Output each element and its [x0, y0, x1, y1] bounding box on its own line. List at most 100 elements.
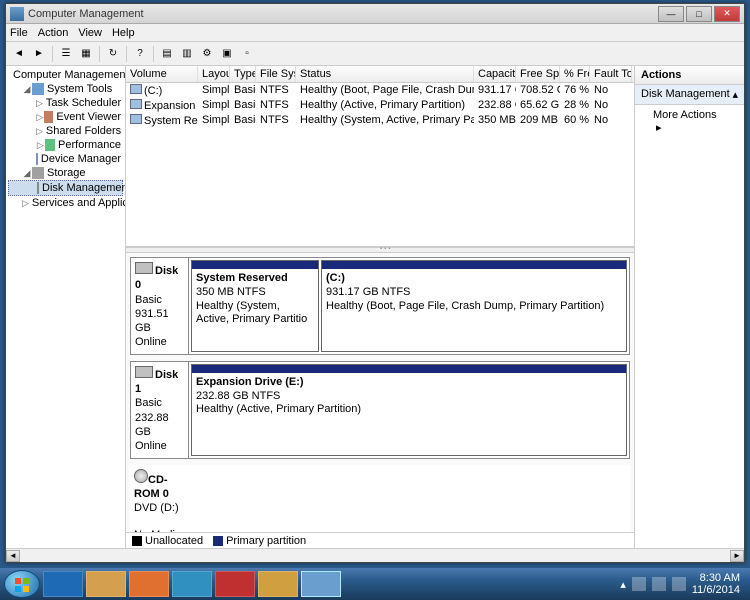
collapse-icon[interactable]: ▴ — [732, 88, 738, 101]
device-icon — [36, 153, 38, 165]
disk-0-row[interactable]: Disk 0 Basic931.51 GBOnline System Reser… — [130, 257, 630, 355]
refresh-button[interactable]: ↻ — [104, 45, 122, 63]
taskbar-ie[interactable] — [43, 571, 83, 597]
taskbar-app2[interactable] — [215, 571, 255, 597]
tray-network-icon[interactable] — [652, 577, 666, 591]
tree-services[interactable]: ▷Services and Applications — [8, 196, 123, 210]
more-actions[interactable]: More Actions ▸ — [635, 105, 744, 138]
volume-row[interactable]: Expansion Drive (E:)SimpleBasicNTFSHealt… — [126, 98, 634, 113]
disk-icon — [135, 262, 153, 274]
taskbar-explorer[interactable] — [86, 571, 126, 597]
forward-button[interactable]: ► — [30, 45, 48, 63]
back-button[interactable]: ◄ — [10, 45, 28, 63]
unallocated-swatch — [132, 536, 142, 546]
app-icon — [10, 7, 24, 21]
tree-shared-folders[interactable]: ▷Shared Folders — [8, 124, 123, 138]
properties-button[interactable]: ▦ — [77, 45, 95, 63]
tray-expand-icon[interactable]: ▴ — [620, 578, 626, 591]
disk-1-row[interactable]: Disk 1 Basic232.88 GBOnline Expansion Dr… — [130, 361, 630, 459]
taskbar-app3[interactable] — [258, 571, 298, 597]
disk-1-info: Disk 1 Basic232.88 GBOnline — [131, 362, 189, 458]
scroll-right-button[interactable]: ► — [730, 550, 744, 562]
expander-icon[interactable]: ▷ — [22, 198, 29, 209]
tools-icon — [32, 83, 44, 95]
disk0-partition-c[interactable]: (C:)931.17 GB NTFSHealthy (Boot, Page Fi… — [321, 260, 627, 352]
export-button[interactable]: ▣ — [218, 45, 236, 63]
toolbar: ◄ ► ☰ ▦ ↻ ? ▤ ▥ ⚙ ▣ ▫ — [6, 42, 744, 66]
expander-icon[interactable]: ◢ — [22, 168, 32, 179]
system-tray[interactable]: ▴ 8:30 AM 11/6/2014 — [620, 572, 746, 596]
minimize-button[interactable]: — — [658, 6, 684, 22]
expander-icon[interactable]: ▷ — [36, 126, 43, 137]
disk0-partition-reserved[interactable]: System Reserved350 MB NTFSHealthy (Syste… — [191, 260, 319, 352]
col-capacity[interactable]: Capacity — [474, 66, 516, 82]
menubar: File Action View Help — [6, 24, 744, 42]
menu-view[interactable]: View — [78, 27, 102, 39]
volume-row[interactable]: System ReservedSimpleBasicNTFSHealthy (S… — [126, 113, 634, 128]
volume-list[interactable]: Volume Layout Type File System Status Ca… — [126, 66, 634, 247]
performance-icon — [45, 139, 55, 151]
view-top-button[interactable]: ▤ — [158, 45, 176, 63]
splitter[interactable] — [126, 247, 634, 253]
tree-task-scheduler[interactable]: ▷Task Scheduler — [8, 96, 123, 110]
volume-icon — [130, 99, 142, 109]
volume-icon — [130, 114, 142, 124]
tray-volume-icon[interactable] — [672, 577, 686, 591]
menu-file[interactable]: File — [10, 27, 28, 39]
volume-icon — [130, 84, 142, 94]
close-button[interactable]: ✕ — [714, 6, 740, 22]
settings-button[interactable]: ⚙ — [198, 45, 216, 63]
disk-icon — [37, 182, 39, 194]
cdrom-row[interactable]: CD-ROM 0 DVD (D:)No Media — [130, 465, 630, 532]
col-layout[interactable]: Layout — [198, 66, 230, 82]
expander-icon[interactable]: ▷ — [36, 98, 43, 109]
col-fault[interactable]: Fault Tolerance — [590, 66, 632, 82]
tree-event-viewer[interactable]: ▷Event Viewer — [8, 110, 123, 124]
volume-header-row: Volume Layout Type File System Status Ca… — [126, 66, 634, 83]
col-volume[interactable]: Volume — [126, 66, 198, 82]
start-button[interactable] — [4, 570, 40, 598]
expander-icon[interactable]: ◢ — [22, 84, 32, 95]
col-free[interactable]: Free Space — [516, 66, 560, 82]
col-type[interactable]: Type — [230, 66, 256, 82]
tree-device-manager[interactable]: Device Manager — [8, 152, 123, 166]
clock[interactable]: 8:30 AM 11/6/2014 — [692, 572, 740, 596]
tree-storage[interactable]: ◢Storage — [8, 166, 123, 180]
taskbar[interactable]: ▴ 8:30 AM 11/6/2014 — [0, 568, 750, 600]
taskbar-app1[interactable] — [172, 571, 212, 597]
tree-performance[interactable]: ▷Performance — [8, 138, 123, 152]
tree-disk-management[interactable]: Disk Management — [8, 180, 123, 196]
tray-flag-icon[interactable] — [632, 577, 646, 591]
expander-icon[interactable]: ▷ — [36, 112, 44, 123]
col-status[interactable]: Status — [296, 66, 474, 82]
expander-icon[interactable]: ▷ — [36, 140, 45, 151]
main-panel: Volume Layout Type File System Status Ca… — [126, 66, 634, 548]
tree-system-tools[interactable]: ◢System Tools — [8, 82, 123, 96]
col-pfree[interactable]: % Free — [560, 66, 590, 82]
view-bottom-button[interactable]: ▥ — [178, 45, 196, 63]
actions-title: Actions — [635, 66, 744, 85]
col-filesystem[interactable]: File System — [256, 66, 296, 82]
disk-icon — [135, 366, 153, 378]
menu-help[interactable]: Help — [112, 27, 135, 39]
volume-row[interactable]: (C:)SimpleBasicNTFSHealthy (Boot, Page F… — [126, 83, 634, 98]
up-button[interactable]: ☰ — [57, 45, 75, 63]
taskbar-media[interactable] — [129, 571, 169, 597]
tree-root[interactable]: Computer Management (Local — [8, 68, 123, 82]
legend: Unallocated Primary partition — [126, 532, 634, 548]
disk1-partition-e[interactable]: Expansion Drive (E:)232.88 GB NTFSHealth… — [191, 364, 627, 456]
titlebar[interactable]: Computer Management — □ ✕ — [6, 4, 744, 24]
taskbar-compmgmt[interactable] — [301, 571, 341, 597]
navigation-tree[interactable]: Computer Management (Local ◢System Tools… — [6, 66, 126, 548]
scroll-left-button[interactable]: ◄ — [6, 550, 20, 562]
actions-panel: Actions Disk Management▴ More Actions ▸ — [634, 66, 744, 548]
help-button[interactable]: ? — [131, 45, 149, 63]
computer-management-window: Computer Management — □ ✕ File Action Vi… — [5, 3, 745, 563]
action-button[interactable]: ▫ — [238, 45, 256, 63]
maximize-button[interactable]: □ — [686, 6, 712, 22]
disk-0-info: Disk 0 Basic931.51 GBOnline — [131, 258, 189, 354]
disk-layout-panel[interactable]: Disk 0 Basic931.51 GBOnline System Reser… — [126, 253, 634, 532]
menu-action[interactable]: Action — [38, 27, 69, 39]
horizontal-scrollbar[interactable]: ◄ ► — [6, 548, 744, 562]
actions-section[interactable]: Disk Management▴ — [635, 85, 744, 105]
